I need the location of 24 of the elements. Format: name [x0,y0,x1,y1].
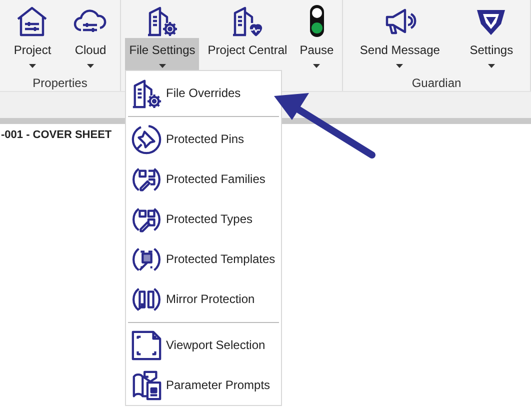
menu-item[interactable]: Protected Types [126,199,281,239]
ribbon-button[interactable]: Send Message [356,38,444,70]
menu-item[interactable]: Mirror Protection [126,279,281,319]
building-gear-icon [145,4,180,38]
menu-item[interactable]: File Overrides [126,73,281,113]
ribbon-button[interactable]: Settings [466,38,518,70]
viewport-icon [130,328,163,362]
ribbon-button[interactable]: Pause [296,38,338,70]
ribbon-button[interactable]: Cloud [70,38,110,70]
group-label: Properties [32,75,88,92]
ribbon-button[interactable]: File Settings [125,38,200,70]
menu-item[interactable]: Parameter Prompts [126,365,281,405]
ribbon-button[interactable]: Project Central [204,38,292,70]
document-icon [130,368,163,402]
building-heart-icon [230,4,264,38]
ribbon-button[interactable]: Project [10,38,56,70]
document-tab[interactable]: -001 - COVER SHEET [1,127,112,144]
house-icon [15,4,50,38]
menu-item[interactable]: Protected Templates [126,239,281,279]
group-label: Guardian [410,75,462,92]
menu-item[interactable]: Protected Pins [126,119,281,159]
menu-item[interactable]: Protected Families [126,159,281,199]
menu-item[interactable]: Viewport Selection [126,325,281,365]
pin-icon [130,122,163,156]
